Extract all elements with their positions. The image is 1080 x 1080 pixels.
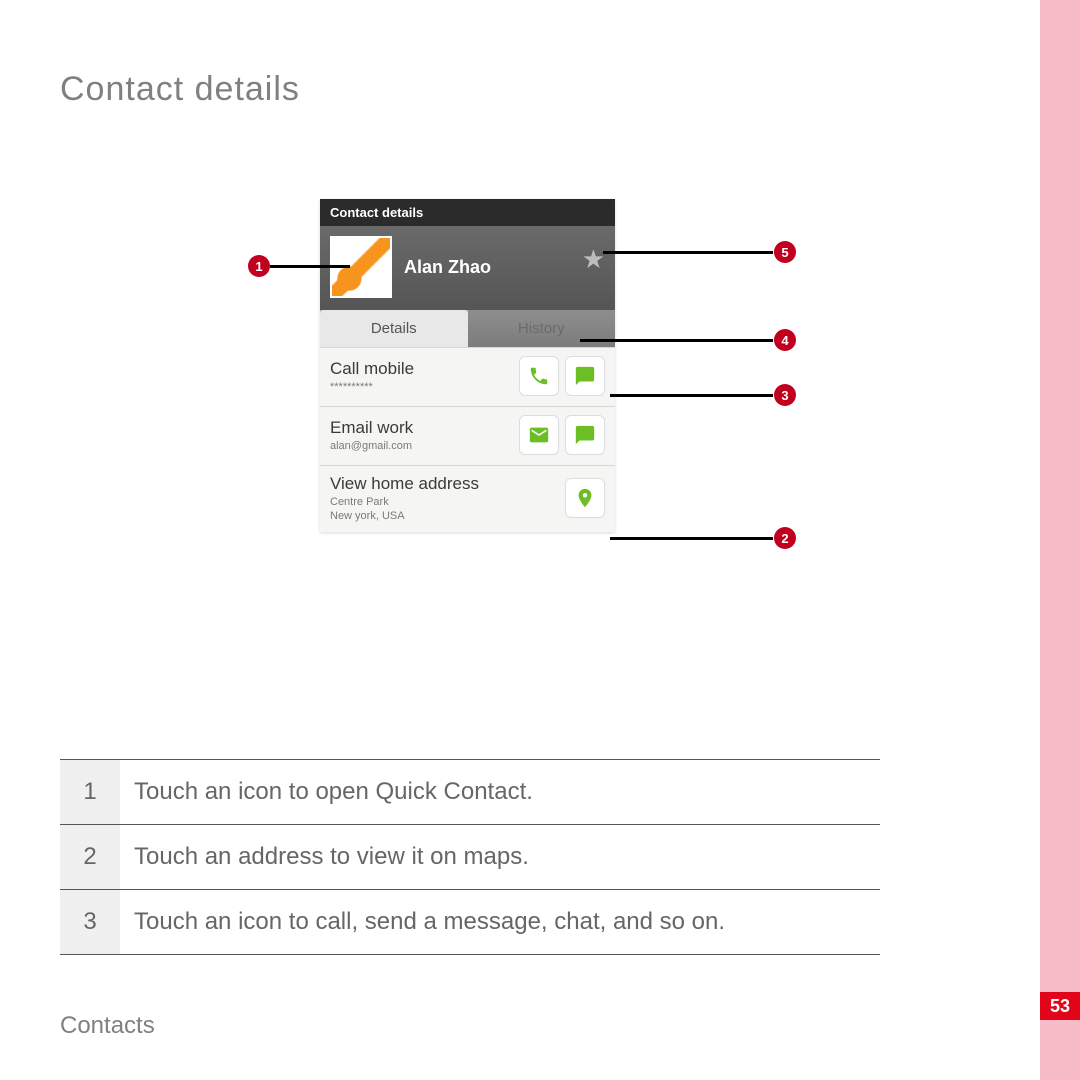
callout-4: 4 (774, 329, 796, 351)
manual-page: 53 Contact details Contact details Alan … (0, 0, 1080, 1080)
row-email-work[interactable]: Email work alan@gmail.com (320, 406, 615, 465)
row-call-mobile[interactable]: Call mobile ********** (320, 347, 615, 406)
page-title: Contact details (60, 70, 900, 109)
callout-3: 3 (774, 384, 796, 406)
legend-num: 2 (60, 825, 120, 890)
email-icon[interactable] (519, 415, 559, 455)
row-call-sub: ********** (330, 381, 414, 393)
row-home-address[interactable]: View home address Centre Park New york, … (320, 465, 615, 532)
callout-line-1 (270, 265, 350, 268)
tabs: Details History (320, 310, 615, 347)
callout-line-3 (610, 394, 773, 397)
legend-row: 2 Touch an address to view it on maps. (60, 825, 880, 890)
row-call-title: Call mobile (330, 359, 414, 379)
contact-header: Alan Zhao ★ (320, 226, 615, 310)
legend-table: 1 Touch an icon to open Quick Contact. 2… (60, 759, 880, 955)
row-address-sub2: New york, USA (330, 510, 479, 522)
page-number: 53 (1040, 992, 1080, 1020)
page-content: Contact details Contact details Alan Zha… (60, 70, 900, 955)
favorite-star-icon[interactable]: ★ (582, 244, 605, 275)
callout-5: 5 (774, 241, 796, 263)
callout-line-5 (603, 251, 773, 254)
tab-details[interactable]: Details (320, 310, 468, 347)
legend-text: Touch an icon to call, send a message, c… (120, 890, 880, 955)
row-address-sub1: Centre Park (330, 496, 479, 508)
phone-screenshot: Contact details Alan Zhao ★ Details Hist… (320, 199, 615, 532)
chat-icon[interactable] (565, 415, 605, 455)
callout-1: 1 (248, 255, 270, 277)
callout-line-4 (580, 339, 773, 342)
side-stripe (1040, 0, 1080, 1080)
row-email-title: Email work (330, 418, 413, 438)
call-icon[interactable] (519, 356, 559, 396)
section-footer-label: Contacts (60, 1012, 155, 1040)
contact-name: Alan Zhao (404, 257, 491, 278)
legend-num: 3 (60, 890, 120, 955)
legend-row: 3 Touch an icon to call, send a message,… (60, 890, 880, 955)
figure: Contact details Alan Zhao ★ Details Hist… (60, 199, 900, 639)
sms-icon[interactable] (565, 356, 605, 396)
legend-row: 1 Touch an icon to open Quick Contact. (60, 760, 880, 825)
row-email-sub: alan@gmail.com (330, 440, 413, 452)
phone-titlebar: Contact details (320, 199, 615, 226)
legend-num: 1 (60, 760, 120, 825)
callout-line-2 (610, 537, 773, 540)
legend-text: Touch an icon to open Quick Contact. (120, 760, 880, 825)
legend-text: Touch an address to view it on maps. (120, 825, 880, 890)
map-pin-icon[interactable] (565, 478, 605, 518)
callout-2: 2 (774, 527, 796, 549)
row-address-title: View home address (330, 474, 479, 494)
